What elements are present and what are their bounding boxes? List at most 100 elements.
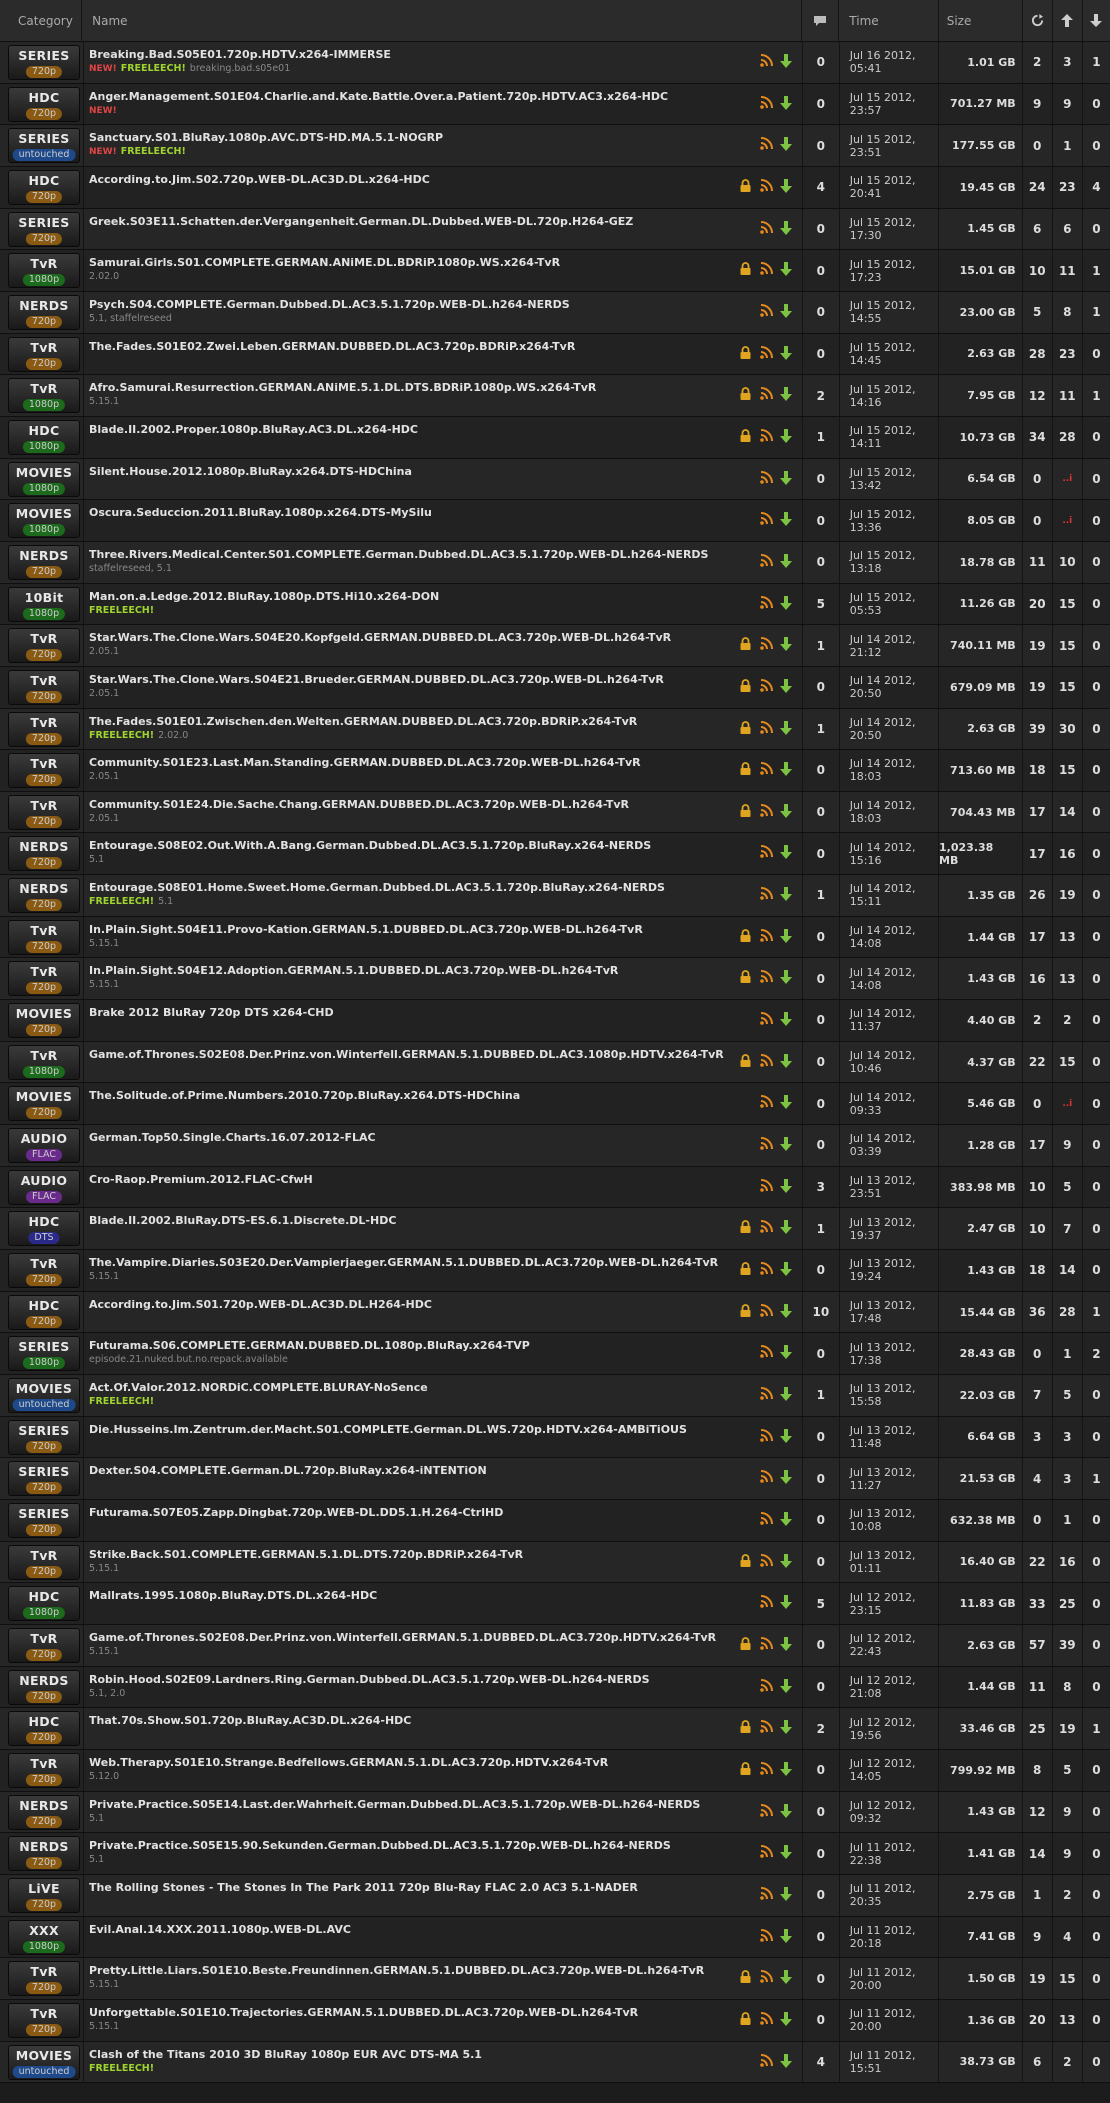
leechers-count[interactable]: 0 bbox=[1083, 1875, 1110, 1916]
comment-count[interactable]: 4 bbox=[803, 166, 840, 208]
table-row[interactable]: TvR 720p Pretty.Little.Liars.S01E10.Beste.… bbox=[0, 1958, 1110, 2000]
table-row[interactable]: LiVE 720p The Rolling Stones - The Stones … bbox=[0, 1874, 1110, 1917]
leechers-count[interactable]: 2 bbox=[1083, 1333, 1110, 1374]
rss-icon[interactable] bbox=[760, 1928, 774, 1943]
torrent-name-link[interactable]: Greek.S03E11.Schatten.der.Vergangenheit.… bbox=[89, 215, 739, 228]
rss-icon[interactable] bbox=[760, 1636, 774, 1651]
seeders-count[interactable]: 9 bbox=[1053, 1833, 1083, 1874]
torrent-name-link[interactable]: Cro-Raop.Premium.2012.FLAC-CfwH bbox=[89, 1173, 739, 1186]
torrent-name-link[interactable]: Entourage.S08E01.Home.Sweet.Home.German.… bbox=[89, 881, 739, 894]
rss-icon[interactable] bbox=[760, 1428, 774, 1443]
leechers-count[interactable]: 4 bbox=[1083, 167, 1110, 208]
category-badge[interactable]: TvR 720p bbox=[8, 1253, 80, 1289]
seeders-count[interactable]: 3 bbox=[1053, 1458, 1083, 1499]
category-badge[interactable]: HDC 720p bbox=[8, 86, 80, 122]
download-icon[interactable] bbox=[779, 1095, 794, 1110]
comment-count[interactable]: 0 bbox=[803, 750, 840, 791]
snatched-count[interactable]: 10 bbox=[1023, 1166, 1053, 1208]
comment-count[interactable]: 1 bbox=[803, 875, 840, 916]
leechers-count[interactable]: 0 bbox=[1083, 2042, 1110, 2083]
torrent-name-link[interactable]: Robin.Hood.S02E09.Lardners.Ring.German.D… bbox=[89, 1673, 739, 1686]
seeders-count[interactable]: 4 bbox=[1053, 1916, 1083, 1958]
download-icon[interactable] bbox=[779, 720, 794, 735]
snatched-count[interactable]: 36 bbox=[1023, 1291, 1053, 1333]
torrent-name-link[interactable]: Clash of the Titans 2010 3D BluRay 1080p… bbox=[89, 2048, 739, 2061]
table-row[interactable]: TvR 720p In.Plain.Sight.S04E11.Provo-Katio… bbox=[0, 916, 1110, 959]
rss-icon[interactable] bbox=[760, 1345, 774, 1359]
rss-icon[interactable] bbox=[760, 928, 774, 943]
rss-icon[interactable] bbox=[760, 1511, 774, 1526]
comment-count[interactable]: 0 bbox=[803, 666, 840, 708]
torrent-name-link[interactable]: According.to.Jim.S02.720p.WEB-DL.AC3D.DL… bbox=[89, 173, 739, 186]
category-badge[interactable]: TvR 1080p bbox=[8, 378, 80, 414]
category-badge[interactable]: NERDS 720p bbox=[8, 544, 80, 580]
snatched-count[interactable]: 19 bbox=[1023, 1958, 1053, 1999]
rss-icon[interactable] bbox=[760, 1720, 774, 1734]
table-row[interactable]: HDC 1080p Blade.II.2002.Proper.1080p.BluRa… bbox=[0, 416, 1110, 459]
table-row[interactable]: HDC DTS Blade.II.2002.BluRay.DTS-ES.6.1.Di… bbox=[0, 1208, 1110, 1251]
rss-icon[interactable] bbox=[760, 1470, 774, 1484]
table-row[interactable]: TvR 720p Community.S01E23.Last.Man.Standin… bbox=[0, 750, 1110, 792]
snatched-count[interactable]: 6 bbox=[1023, 208, 1053, 250]
rss-icon[interactable] bbox=[760, 845, 774, 859]
torrent-name-link[interactable]: Breaking.Bad.S05E01.720p.HDTV.x264-IMMER… bbox=[89, 48, 739, 61]
seeders-count[interactable]: ..i bbox=[1053, 500, 1083, 541]
category-badge[interactable]: 10Bit 1080p bbox=[8, 586, 80, 622]
snatched-count[interactable]: 8 bbox=[1023, 1749, 1053, 1791]
table-row[interactable]: MOVIES 720p The.Solitude.of.Prime.Numbers.… bbox=[0, 1083, 1110, 1126]
rss-icon[interactable] bbox=[760, 1553, 774, 1568]
rss-icon[interactable] bbox=[760, 1387, 774, 1401]
leechers-count[interactable]: 0 bbox=[1083, 125, 1110, 166]
category-badge[interactable]: AUDIO FLAC bbox=[8, 1128, 80, 1164]
seeders-count[interactable]: 1 bbox=[1053, 1333, 1083, 1374]
category-badge[interactable]: TvR 720p bbox=[8, 1544, 80, 1580]
leechers-count[interactable]: 0 bbox=[1083, 84, 1110, 125]
table-row[interactable]: TvR 720p Star.Wars.The.Clone.Wars.S04E21.B… bbox=[0, 666, 1110, 709]
download-icon[interactable] bbox=[779, 137, 794, 152]
table-row[interactable]: AUDIO FLAC Cro-Raop.Premium.2012.FLAC-CfwH… bbox=[0, 1166, 1110, 1209]
comment-count[interactable]: 0 bbox=[803, 42, 840, 83]
download-icon[interactable] bbox=[779, 1928, 794, 1943]
snatched-count[interactable]: 22 bbox=[1023, 1041, 1053, 1083]
comment-count[interactable]: 0 bbox=[803, 541, 840, 583]
category-badge[interactable]: NERDS 720p bbox=[8, 1836, 80, 1872]
leechers-count[interactable]: 0 bbox=[1083, 1625, 1110, 1666]
seeders-count[interactable]: 3 bbox=[1053, 42, 1083, 83]
snatched-count[interactable]: 26 bbox=[1023, 875, 1053, 916]
seeders-count[interactable]: 5 bbox=[1053, 1166, 1083, 1208]
download-icon[interactable] bbox=[779, 1303, 794, 1318]
category-badge[interactable]: MOVIES 720p bbox=[8, 1003, 80, 1039]
download-icon[interactable] bbox=[779, 678, 794, 693]
category-badge[interactable]: TvR 720p bbox=[8, 1752, 80, 1788]
torrent-name-link[interactable]: Private.Practice.S05E15.90.Sekunden.Germ… bbox=[89, 1839, 739, 1852]
comment-count[interactable]: 1 bbox=[803, 708, 840, 750]
rss-icon[interactable] bbox=[760, 887, 774, 901]
category-badge[interactable]: NERDS 720p bbox=[8, 294, 80, 330]
category-badge[interactable]: MOVIES untouched bbox=[8, 1378, 80, 1413]
rss-icon[interactable] bbox=[760, 428, 774, 443]
download-icon[interactable] bbox=[779, 428, 794, 443]
torrent-name-link[interactable]: Game.of.Thrones.S02E08.Der.Prinz.von.Win… bbox=[89, 1631, 739, 1644]
category-badge[interactable]: NERDS 720p bbox=[8, 1794, 80, 1830]
seeders-count[interactable]: 28 bbox=[1053, 1291, 1083, 1333]
header-category[interactable]: Category bbox=[0, 0, 83, 41]
table-row[interactable]: TvR 720p The.Fades.S01E01.Zwischen.den.Wel… bbox=[0, 708, 1110, 751]
torrent-name-link[interactable]: Evil.Anal.14.XXX.2011.1080p.WEB-DL.AVC bbox=[89, 1923, 739, 1936]
rss-icon[interactable] bbox=[760, 512, 774, 526]
snatched-count[interactable]: 57 bbox=[1023, 1624, 1053, 1666]
leechers-count[interactable]: 0 bbox=[1083, 792, 1110, 833]
seeders-count[interactable]: 19 bbox=[1053, 875, 1083, 916]
download-icon[interactable] bbox=[779, 1845, 794, 1860]
leechers-count[interactable]: 0 bbox=[1083, 1792, 1110, 1833]
torrent-name-link[interactable]: Blade.II.2002.BluRay.DTS-ES.6.1.Discrete… bbox=[89, 1214, 739, 1227]
leechers-count[interactable]: 0 bbox=[1083, 625, 1110, 666]
download-icon[interactable] bbox=[779, 262, 794, 277]
leechers-count[interactable]: 1 bbox=[1083, 1708, 1110, 1749]
comment-count[interactable]: 0 bbox=[803, 1874, 840, 1916]
seeders-count[interactable]: 28 bbox=[1053, 416, 1083, 458]
table-row[interactable]: MOVIES 1080p Silent.House.2012.1080p.BluRa… bbox=[0, 458, 1110, 501]
snatched-count[interactable]: 0 bbox=[1023, 125, 1053, 166]
torrent-name-link[interactable]: In.Plain.Sight.S04E12.Adoption.GERMAN.5.… bbox=[89, 964, 739, 977]
rss-icon[interactable] bbox=[760, 1803, 774, 1818]
download-icon[interactable] bbox=[779, 345, 794, 360]
